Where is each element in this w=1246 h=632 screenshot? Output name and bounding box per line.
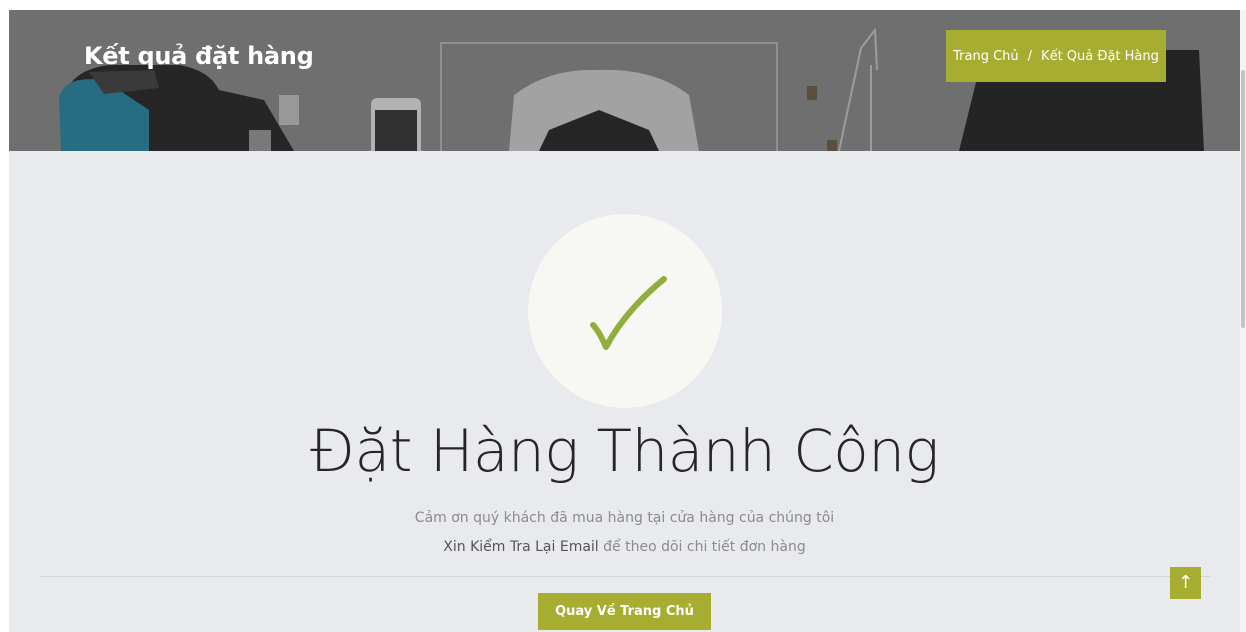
breadcrumb-home-link[interactable]: Trang Chủ xyxy=(953,49,1019,64)
hero-banner: Kết quả đặt hàng Trang Chủ / Kết Quả Đặt… xyxy=(9,10,1240,151)
back-to-home-button[interactable]: Quay Về Trang Chủ xyxy=(538,593,711,630)
email-check-emphasis: Xin Kiểm Tra Lại Email xyxy=(443,539,599,555)
page-frame: Kết quả đặt hàng Trang Chủ / Kết Quả Đặt… xyxy=(9,10,1240,632)
scrollbar-thumb[interactable] xyxy=(1241,70,1245,328)
breadcrumb-current: Kết Quả Đặt Hàng xyxy=(1041,48,1159,64)
email-message: Xin Kiểm Tra Lại Email để theo dõi chi t… xyxy=(9,539,1240,555)
success-circle xyxy=(528,214,722,408)
arrow-up-icon: ↑ xyxy=(1177,572,1194,593)
scroll-to-top-button[interactable]: ↑ xyxy=(1170,567,1201,599)
success-headline: Đặt Hàng Thành Công xyxy=(310,417,939,485)
check-icon xyxy=(590,276,667,350)
breadcrumb: Trang Chủ / Kết Quả Đặt Hàng xyxy=(946,30,1166,82)
thanks-message: Cảm ơn quý khách đã mua hàng tại cửa hàn… xyxy=(414,510,835,526)
breadcrumb-separator: / xyxy=(1027,48,1033,64)
email-check-rest: để theo dõi chi tiết đơn hàng xyxy=(598,539,806,555)
divider xyxy=(40,576,1210,577)
page-title: Kết quả đặt hàng xyxy=(84,42,314,70)
